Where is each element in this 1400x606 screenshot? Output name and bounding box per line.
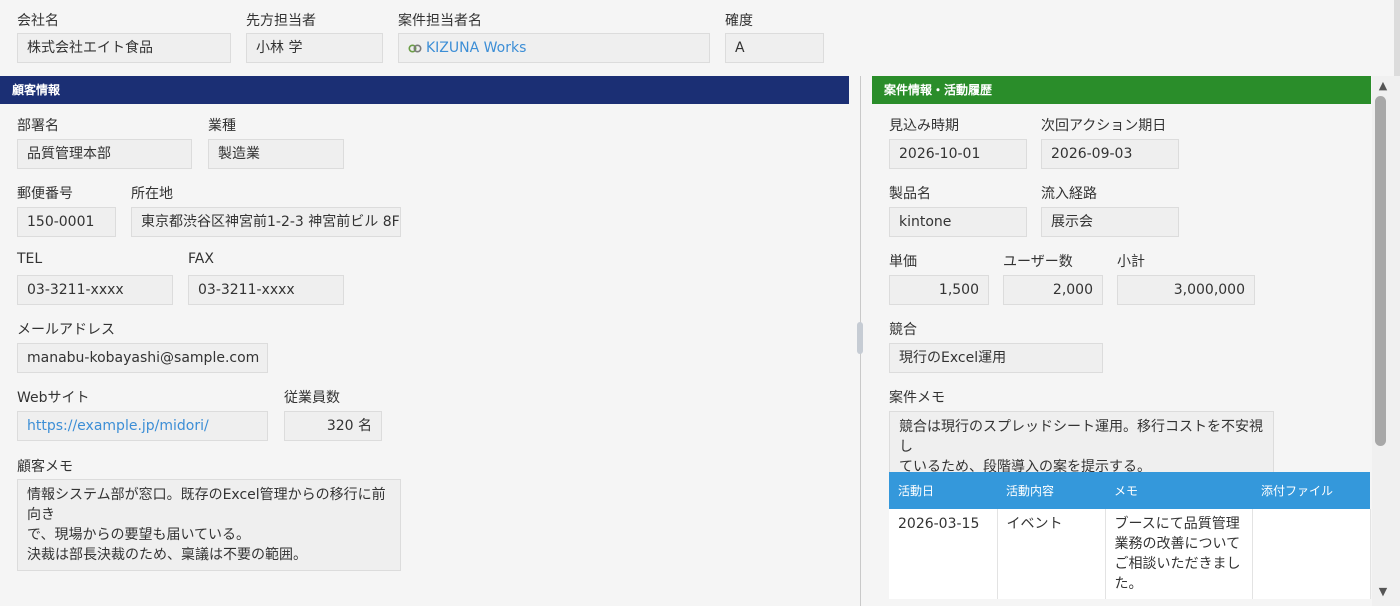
customer-memo-line: 決裁は部長決裁のため、稟議は不要の範囲。 bbox=[27, 547, 307, 563]
employees-field: 320 名 bbox=[284, 411, 382, 441]
activity-memo-line: た。 bbox=[1114, 576, 1143, 592]
owner-link[interactable]: KIZUNA Works bbox=[426, 40, 526, 56]
split-drag-handle[interactable] bbox=[857, 322, 863, 354]
contact-field: 小林 学 bbox=[246, 33, 383, 63]
owner-label: 案件担当者名 bbox=[398, 13, 482, 29]
activity-table-header-row: 活動日 活動内容 メモ 添付ファイル bbox=[889, 472, 1370, 509]
zip-field: 150-0001 bbox=[17, 207, 116, 237]
certainty-label: 確度 bbox=[725, 13, 753, 29]
product-label: 製品名 bbox=[889, 186, 931, 202]
tel-field: 03-3211-xxxx bbox=[17, 275, 173, 305]
channel-field: 展示会 bbox=[1041, 207, 1179, 237]
scrollbar-thumb[interactable] bbox=[1375, 96, 1386, 446]
deal-section-header: 案件情報・活動履歴 bbox=[872, 76, 1371, 104]
page-edge bbox=[1394, 0, 1400, 76]
fax-label: FAX bbox=[188, 251, 214, 267]
price-label: 単価 bbox=[889, 254, 917, 270]
customer-memo-line: で、現場からの要望も届いている。 bbox=[27, 527, 251, 543]
product-field: kintone bbox=[889, 207, 1027, 237]
table-row: 2026-03-15 イベント ブースにて品質管理 業務の改善について ご相談い… bbox=[889, 509, 1371, 599]
channel-label: 流入経路 bbox=[1041, 186, 1097, 202]
col-header-attachment[interactable]: 添付ファイル bbox=[1252, 472, 1370, 509]
subtotal-field: 3,000,000 bbox=[1117, 275, 1255, 305]
email-field: manabu-kobayashi@sample.com bbox=[17, 343, 268, 373]
email-label: メールアドレス bbox=[17, 322, 115, 338]
customer-memo-line: 情報システム部が窓口。既存のExcel管理からの移行に前向き bbox=[27, 487, 386, 523]
customer-memo-field: 情報システム部が窓口。既存のExcel管理からの移行に前向き で、現場からの要望… bbox=[17, 479, 401, 571]
arrow-down-icon[interactable]: ▼ bbox=[1375, 584, 1391, 600]
activity-table: 活動日 活動内容 メモ 添付ファイル 2026-03-15 イベント ブースにて… bbox=[889, 472, 1371, 599]
dept-label: 部署名 bbox=[17, 118, 59, 134]
contact-label: 先方担当者 bbox=[246, 13, 316, 29]
kizuna-logo-icon bbox=[408, 43, 422, 53]
industry-field: 製造業 bbox=[208, 139, 344, 169]
expected-date-label: 見込み時期 bbox=[889, 118, 959, 134]
certainty-field: A bbox=[725, 33, 824, 63]
dept-field: 品質管理本部 bbox=[17, 139, 192, 169]
company-label: 会社名 bbox=[17, 13, 59, 29]
deal-memo-label: 案件メモ bbox=[889, 390, 945, 406]
activity-memo-cell: ブースにて品質管理 業務の改善について ご相談いただきまし た。 bbox=[1105, 509, 1253, 599]
arrow-up-icon[interactable]: ▲ bbox=[1375, 78, 1391, 94]
expected-date-field: 2026-10-01 bbox=[889, 139, 1027, 169]
col-header-date[interactable]: 活動日 bbox=[889, 472, 997, 509]
customer-section-header: 顧客情報 bbox=[0, 76, 849, 104]
industry-label: 業種 bbox=[208, 118, 236, 134]
company-field: 株式会社エイト食品 bbox=[17, 33, 231, 63]
col-header-memo[interactable]: メモ bbox=[1105, 472, 1252, 509]
activity-memo-line: ブースにて品質管理 bbox=[1114, 516, 1240, 532]
website-label: Webサイト bbox=[17, 390, 90, 406]
employees-label: 従業員数 bbox=[284, 390, 340, 406]
competitor-label: 競合 bbox=[889, 322, 917, 338]
tel-label: TEL bbox=[17, 251, 43, 267]
address-field: 東京都渋谷区神宮前1-2-3 神宮前ビル 8F bbox=[131, 207, 401, 237]
owner-field[interactable]: KIZUNA Works bbox=[398, 33, 710, 63]
activity-memo-line: 業務の改善について bbox=[1114, 536, 1241, 552]
activity-date-cell: 2026-03-15 bbox=[889, 509, 998, 599]
customer-memo-label: 顧客メモ bbox=[17, 459, 73, 475]
subtotal-label: 小計 bbox=[1117, 254, 1145, 270]
next-action-field: 2026-09-03 bbox=[1041, 139, 1179, 169]
website-link[interactable]: https://example.jp/midori/ bbox=[17, 411, 268, 441]
activity-attachment-cell bbox=[1252, 509, 1371, 599]
price-field: 1,500 bbox=[889, 275, 989, 305]
competitor-field: 現行のExcel運用 bbox=[889, 343, 1103, 373]
activity-type-cell: イベント bbox=[997, 509, 1106, 599]
activity-memo-line: ご相談いただきまし bbox=[1114, 556, 1241, 572]
address-label: 所在地 bbox=[131, 186, 173, 202]
col-header-type[interactable]: 活動内容 bbox=[997, 472, 1105, 509]
users-label: ユーザー数 bbox=[1003, 254, 1073, 270]
next-action-label: 次回アクション期日 bbox=[1041, 118, 1167, 134]
fax-field: 03-3211-xxxx bbox=[188, 275, 344, 305]
zip-label: 郵便番号 bbox=[17, 186, 73, 202]
users-field: 2,000 bbox=[1003, 275, 1103, 305]
deal-memo-line: 競合は現行のスプレッドシート運用。移行コストを不安視し bbox=[899, 419, 1263, 455]
